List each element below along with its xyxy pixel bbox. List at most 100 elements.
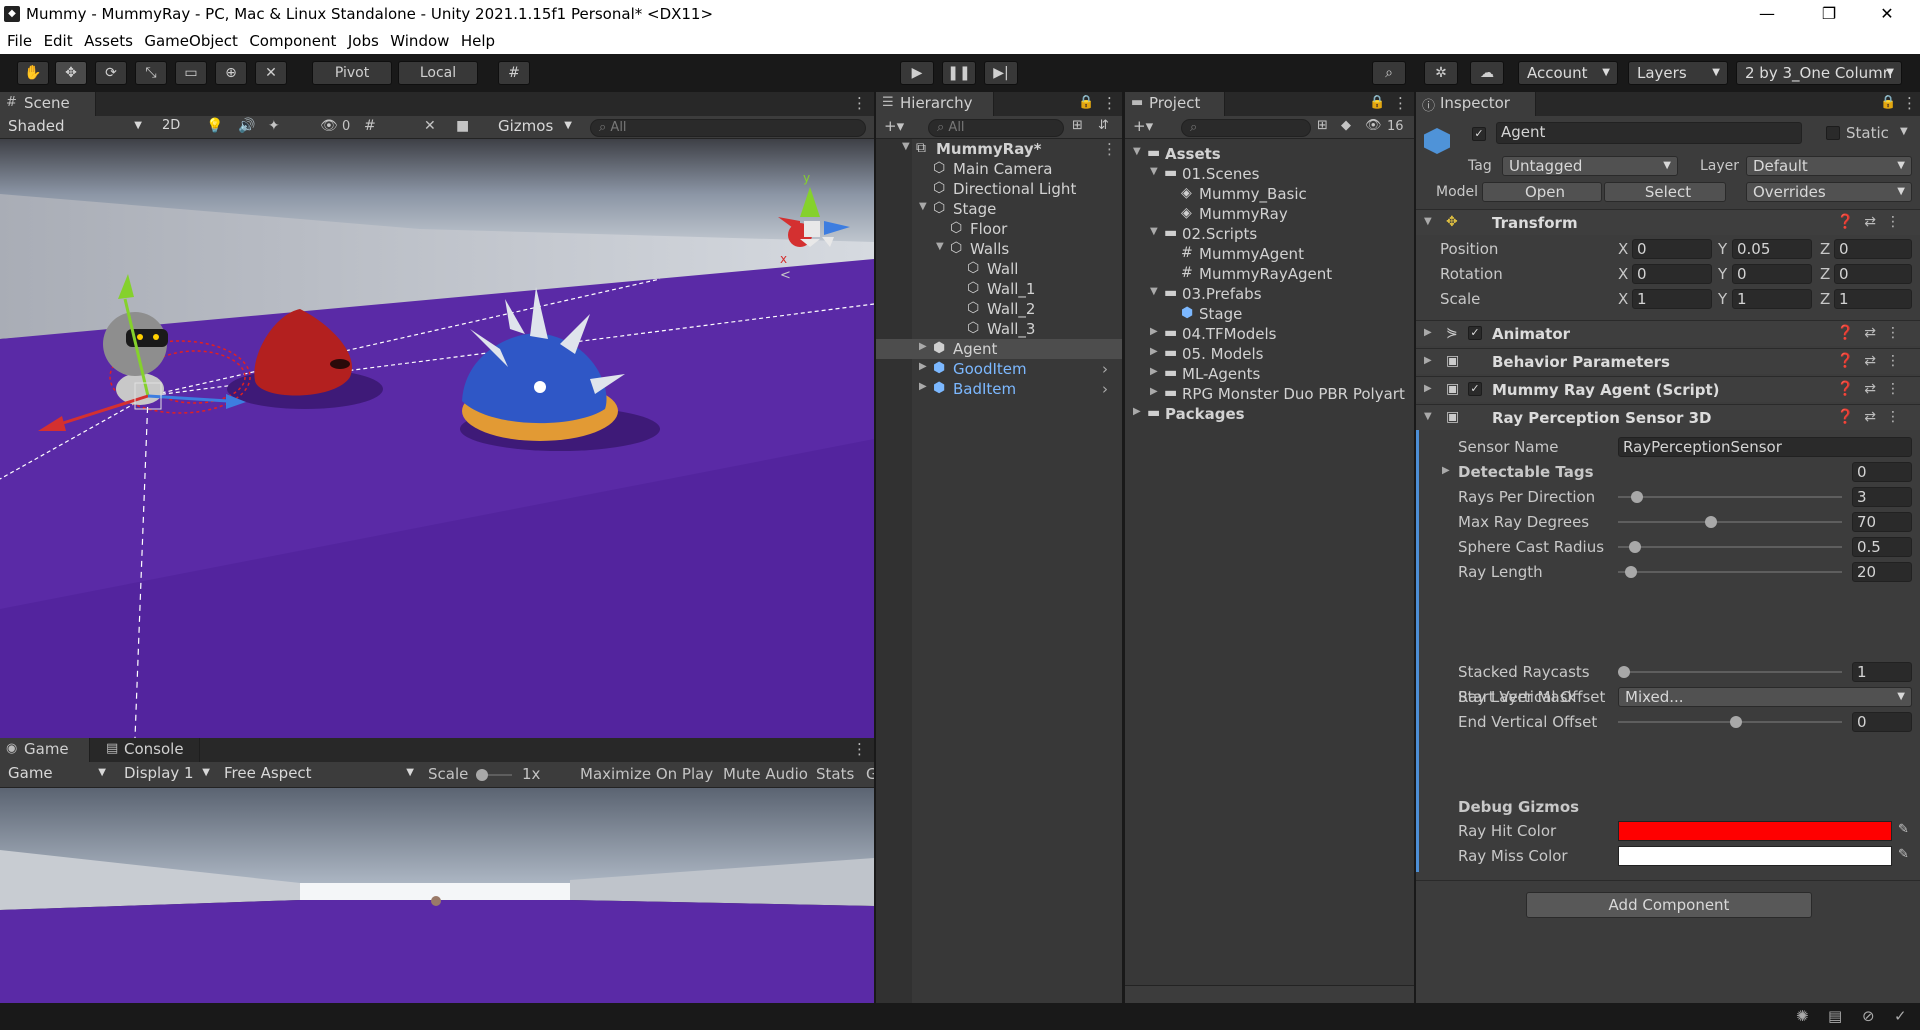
expand-arrow-icon[interactable]: ▼ xyxy=(902,141,910,152)
tab-scene[interactable]: # Scene xyxy=(0,92,96,116)
position-z-input[interactable]: 0 xyxy=(1834,239,1912,259)
step-button[interactable]: ▶| xyxy=(984,61,1018,85)
hierarchy-item[interactable]: ⬡ Directional Light xyxy=(876,179,1122,199)
kebab-menu-icon[interactable]: ⋮ xyxy=(1102,94,1117,112)
scale-tool-icon[interactable]: ⤡ xyxy=(135,61,167,85)
project-item[interactable]: ▶ ▬ 04.TFModels xyxy=(1125,324,1414,344)
project-item[interactable]: ▼ ▬ 01.Scenes xyxy=(1125,164,1414,184)
expand-arrow-icon[interactable]: ▶ xyxy=(919,341,927,352)
pause-button[interactable]: ❚❚ xyxy=(942,61,976,85)
rays-per-direction-input[interactable]: 3 xyxy=(1852,487,1912,507)
custom-tool-icon[interactable]: ✕ xyxy=(255,61,287,85)
expand-arrow-icon[interactable]: ▼ xyxy=(1150,286,1158,297)
shading-dropdown[interactable]: Shaded ▼ xyxy=(2,117,148,137)
menu-component[interactable]: Component xyxy=(242,29,336,50)
expand-arrow-icon[interactable]: ▼ xyxy=(1150,226,1158,237)
hierarchy-item[interactable]: ⬡ Wall xyxy=(876,259,1122,279)
mummy-ray-agent-header[interactable]: ▶ ▣ ✓ Mummy Ray Agent (Script) ❓⇄⋮ xyxy=(1416,376,1920,402)
max-ray-degrees-slider[interactable] xyxy=(1618,521,1842,523)
mummy-ray-agent-enabled-checkbox[interactable]: ✓ xyxy=(1468,382,1482,396)
lock-icon[interactable]: 🔒 xyxy=(1369,95,1385,110)
layer-dropdown[interactable]: Default ▼ xyxy=(1746,156,1912,176)
project-item[interactable]: # MummyAgent xyxy=(1125,244,1414,264)
kebab-menu-icon[interactable]: ⋮ xyxy=(1393,94,1408,112)
select-button[interactable]: Select xyxy=(1604,182,1726,202)
menu-file[interactable]: File xyxy=(0,29,32,50)
sphere-cast-radius-input[interactable]: 0.5 xyxy=(1852,537,1912,557)
expand-arrow-icon[interactable]: ▶ xyxy=(1150,346,1158,357)
end-vertical-offset-slider-knob[interactable] xyxy=(1730,716,1742,728)
lock-icon[interactable]: 🔒 xyxy=(1078,95,1094,110)
sphere-cast-radius-slider-knob[interactable] xyxy=(1629,541,1642,553)
tab-hierarchy[interactable]: ☰ Hierarchy xyxy=(876,92,994,116)
search-icon[interactable]: ⌕ xyxy=(1372,61,1406,85)
rect-tool-icon[interactable]: ▭ xyxy=(175,61,207,85)
animator-enabled-checkbox[interactable]: ✓ xyxy=(1468,326,1482,340)
expand-arrow-icon[interactable]: ▶ xyxy=(1442,465,1450,476)
kebab-menu-icon[interactable]: ⋮ xyxy=(852,740,867,758)
menu-edit[interactable]: Edit xyxy=(37,29,73,50)
stacked-raycasts-slider[interactable] xyxy=(1618,671,1842,673)
behavior-parameters-header[interactable]: ▶ ▣ Behavior Parameters ❓⇄⋮ xyxy=(1416,348,1920,374)
audio-icon[interactable]: 🔊 xyxy=(238,118,255,134)
debug-icon[interactable]: ✺ xyxy=(1796,1007,1809,1025)
hierarchy-item[interactable]: ▶ ⬢ BadItem › xyxy=(876,379,1122,399)
project-item[interactable]: ▶ ▬ RPG Monster Duo PBR Polyart xyxy=(1125,384,1414,404)
hand-tool-icon[interactable]: ✋ xyxy=(17,61,49,85)
close-button[interactable]: ✕ xyxy=(1864,3,1910,27)
project-item[interactable]: ▶ ▬ Packages xyxy=(1125,404,1414,424)
perspective-icon[interactable]: < xyxy=(780,268,791,283)
minimize-button[interactable]: — xyxy=(1744,3,1790,27)
expand-arrow-icon[interactable]: ▶ xyxy=(919,361,927,372)
stacked-raycasts-input[interactable]: 1 xyxy=(1852,662,1912,682)
game-viewport[interactable] xyxy=(0,788,874,1003)
visibility-icon[interactable]: 👁 xyxy=(320,118,338,134)
game-mode-dropdown[interactable]: Game ▼ xyxy=(2,764,112,784)
expand-arrow-icon[interactable]: ▶ xyxy=(1150,326,1158,337)
expand-arrow-icon[interactable]: ▶ xyxy=(1150,386,1158,397)
lighting-icon[interactable]: 💡 xyxy=(206,118,223,134)
overrides-dropdown[interactable]: Overrides ▼ xyxy=(1746,182,1912,202)
tab-game[interactable]: ◉ Game xyxy=(0,738,90,762)
project-item[interactable]: ◈ Mummy_Basic xyxy=(1125,184,1414,204)
project-item[interactable]: ▶ ▬ ML-Agents xyxy=(1125,364,1414,384)
component-header-icons[interactable]: ❓⇄⋮ xyxy=(1837,325,1910,341)
expand-arrow-icon[interactable]: ▼ xyxy=(1150,166,1158,177)
menu-help[interactable]: Help xyxy=(454,29,495,50)
kebab-menu-icon[interactable]: ⋮ xyxy=(852,94,867,112)
project-item[interactable]: ▶ ▬ 05. Models xyxy=(1125,344,1414,364)
hidden-packages-icon[interactable]: 👁 xyxy=(1365,118,1382,133)
static-dropdown-icon[interactable]: ▼ xyxy=(1900,126,1908,137)
rotation-x-input[interactable]: 0 xyxy=(1632,264,1712,284)
static-checkbox[interactable] xyxy=(1826,126,1840,140)
object-name-input[interactable]: Agent xyxy=(1496,122,1802,144)
ray-perception-header[interactable]: ▼ ▣ Ray Perception Sensor 3D ❓⇄⋮ xyxy=(1416,404,1920,430)
rays-per-direction-slider[interactable] xyxy=(1618,496,1842,498)
move-tool-icon[interactable]: ✥ xyxy=(55,61,87,85)
ray-hit-color-swatch[interactable] xyxy=(1618,821,1892,841)
transform-header[interactable]: ▼ ✥ Transform ❓⇄⋮ xyxy=(1416,209,1920,235)
position-x-input[interactable]: 0 xyxy=(1632,239,1712,259)
layout-dropdown[interactable]: 2 by 3_One Column ▼ xyxy=(1736,61,1902,85)
ray-miss-color-swatch[interactable] xyxy=(1618,846,1892,866)
scene-filter-icon[interactable]: ⊞ xyxy=(1072,118,1083,133)
project-item[interactable]: # MummyRayAgent xyxy=(1125,264,1414,284)
project-item[interactable]: ◈ MummyRay xyxy=(1125,204,1414,224)
add-icon[interactable]: +▾ xyxy=(884,117,904,135)
search-by-type-icon[interactable]: ⊞ xyxy=(1317,118,1328,133)
menu-gameobject[interactable]: GameObject xyxy=(137,29,238,50)
ray-length-input[interactable]: 20 xyxy=(1852,562,1912,582)
local-toggle[interactable]: Local xyxy=(398,61,478,85)
component-header-icons[interactable]: ❓⇄⋮ xyxy=(1837,409,1910,425)
ray-layer-mask-dropdown[interactable]: Mixed... ▼ xyxy=(1618,687,1912,707)
collapse-arrow-icon[interactable]: ▼ xyxy=(1424,411,1432,422)
max-ray-degrees-input[interactable]: 70 xyxy=(1852,512,1912,532)
menu-window[interactable]: Window xyxy=(383,29,449,50)
restore-button[interactable]: ❐ xyxy=(1806,3,1852,27)
sphere-cast-radius-slider[interactable] xyxy=(1618,546,1842,548)
mute-audio-toggle[interactable]: Mute Audio xyxy=(723,765,808,783)
camera-icon[interactable]: ■ xyxy=(456,118,469,134)
kebab-menu-icon[interactable]: ⋮ xyxy=(1902,94,1917,112)
collapse-arrow-icon[interactable]: ▼ xyxy=(1424,216,1432,227)
grid-snap-icon[interactable]: # xyxy=(498,61,530,85)
